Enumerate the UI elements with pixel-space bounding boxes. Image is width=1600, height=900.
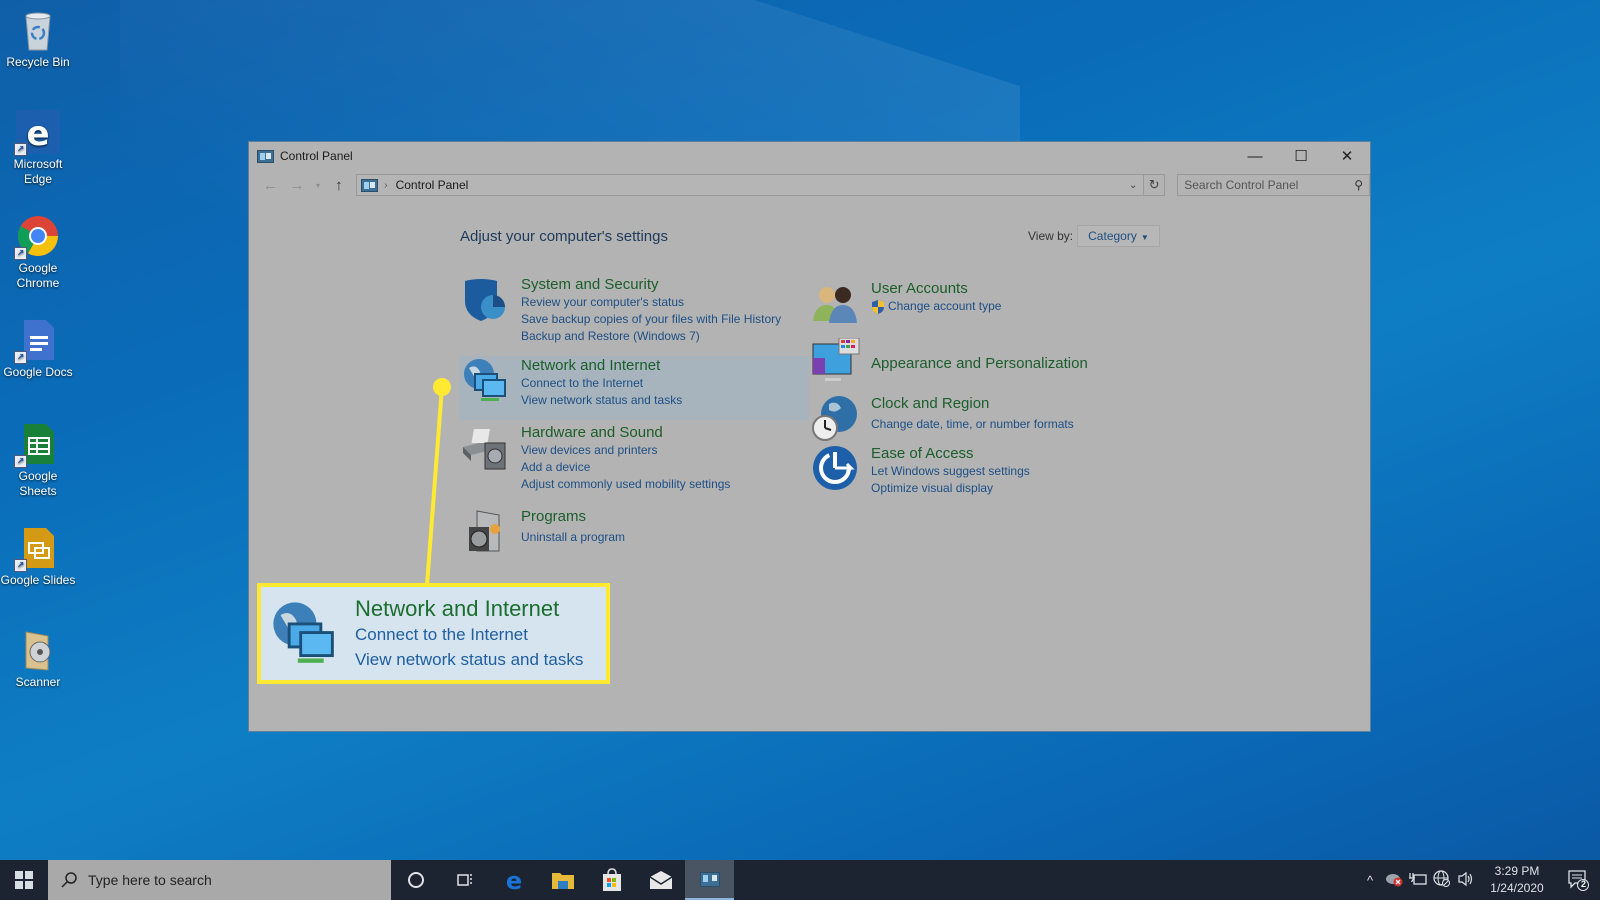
- cortana-button[interactable]: [391, 860, 440, 900]
- windows-logo-icon: [15, 871, 33, 889]
- start-button[interactable]: [0, 860, 48, 900]
- mail-icon: [649, 871, 672, 889]
- battery-power-icon[interactable]: [1406, 872, 1430, 889]
- edge-icon: e: [505, 868, 521, 892]
- taskbar-store[interactable]: [587, 860, 636, 900]
- network-icon: [269, 598, 341, 670]
- onedrive-error-icon[interactable]: [1382, 871, 1406, 890]
- notification-count: 2: [1581, 879, 1587, 889]
- clock[interactable]: 3:29 PM 1/24/2020: [1478, 863, 1556, 897]
- store-icon: [602, 868, 621, 891]
- taskbar-control-panel[interactable]: [685, 860, 734, 900]
- taskbar-edge[interactable]: e: [489, 860, 538, 900]
- show-hidden-icons-chevron[interactable]: ^: [1358, 873, 1382, 888]
- search-icon: [61, 872, 77, 888]
- taskbar-search-box[interactable]: Type here to search: [48, 860, 391, 900]
- taskbar: Type here to search e ^ 3:29 PM 1/24/202…: [0, 860, 1600, 900]
- control-panel-icon: [699, 871, 720, 887]
- zoomed-callout-network-and-internet: Network and Internet Connect to the Inte…: [257, 583, 610, 684]
- clock-date: 1/24/2020: [1490, 881, 1544, 895]
- task-view-button[interactable]: [440, 860, 489, 900]
- taskbar-mail[interactable]: [636, 860, 685, 900]
- network-globe-icon[interactable]: [1430, 869, 1454, 891]
- callout-link-status: View network status and tasks: [355, 650, 584, 669]
- svg-text:e: e: [505, 868, 521, 892]
- action-center-button[interactable]: 2: [1556, 869, 1600, 891]
- cortana-icon: [407, 872, 424, 888]
- callout-title: Network and Internet: [355, 596, 560, 621]
- callout-link-connect: Connect to the Internet: [355, 625, 528, 644]
- callout-pointer: [425, 378, 451, 586]
- system-tray: ^ 3:29 PM 1/24/2020 2: [1358, 860, 1600, 900]
- volume-icon[interactable]: [1454, 871, 1478, 890]
- callout-pointer-line: [425, 386, 444, 586]
- callout-pointer-dot: [433, 378, 451, 396]
- folder-icon: [551, 873, 574, 889]
- taskbar-file-explorer[interactable]: [538, 860, 587, 900]
- task-view-icon: [456, 874, 472, 886]
- taskbar-search-placeholder: Type here to search: [88, 872, 212, 888]
- clock-time: 3:29 PM: [1494, 864, 1540, 878]
